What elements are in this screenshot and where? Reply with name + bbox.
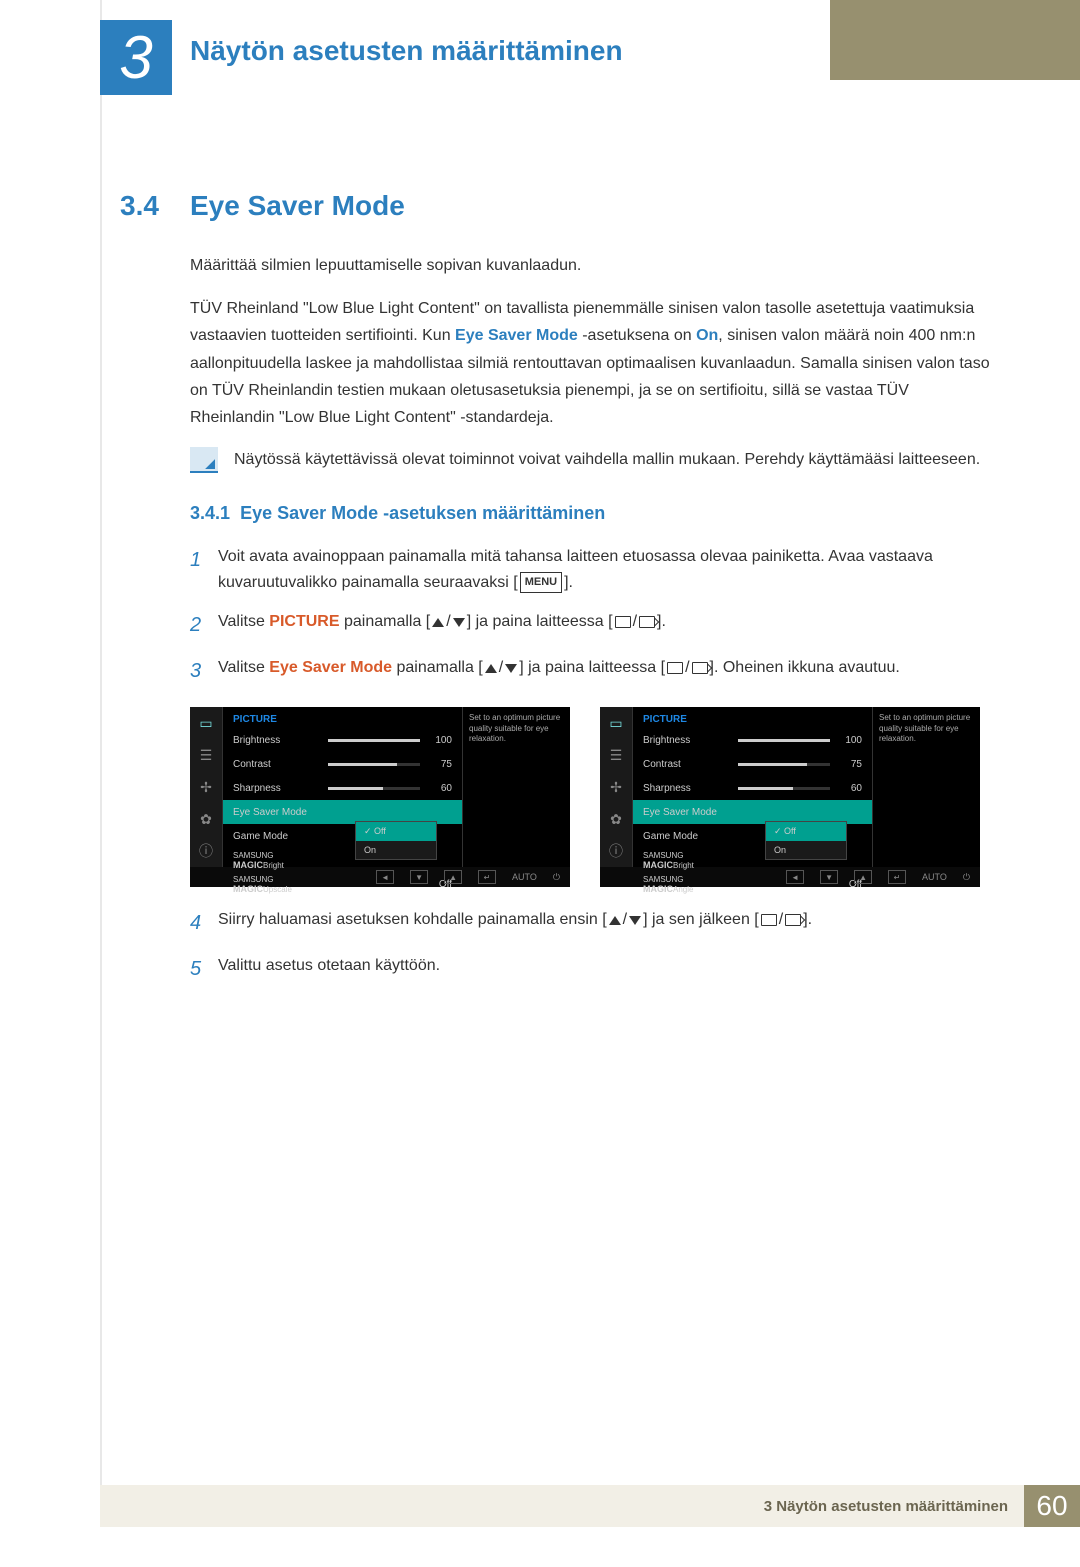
section-number: 3.4 [120,190,190,222]
intro-p2: TÜV Rheinland "Low Blue Light Content" o… [190,295,990,431]
up-down-icon: / [432,609,464,635]
header-khaki-band [830,0,1080,80]
step-num: 5 [190,953,218,985]
note-text: Näytössä käytettävissä olevat toiminnot … [234,447,980,473]
osd-dropdown: ✓ Off On [355,821,437,860]
note-icon [190,447,218,473]
section-title: Eye Saver Mode [190,190,405,221]
menu-key-icon: MENU [520,572,562,594]
monitor-icon: ▭ [600,707,632,739]
picture-icon: ☰ [600,739,632,771]
nav-up-icon: ▲ [854,870,872,884]
osd-sidebar: ▭ ☰ ✢ ✿ ⓘ [190,707,223,867]
step-2: Valitse PICTURE painamalla [/] ja paina … [218,609,666,641]
osd-row-brightness: Brightness100 [633,728,872,752]
step-num: 4 [190,907,218,939]
nav-left-icon: ◄ [786,870,804,884]
osd-sidebar: ▭ ☰ ✢ ✿ ⓘ [600,707,633,867]
osd-row-sharpness: Sharpness60 [223,776,462,800]
nav-up-icon: ▲ [444,870,462,884]
picture-icon: ☰ [190,739,222,771]
nav-enter-icon: ↵ [478,870,496,884]
size-icon: ✢ [600,771,632,803]
section-heading: 3.4Eye Saver Mode [120,190,990,222]
size-icon: ✢ [190,771,222,803]
step-num: 1 [190,544,218,595]
intro-p1: Määrittää silmien lepuuttamiselle sopiva… [190,252,990,279]
subsection-title: Eye Saver Mode -asetuksen määrittäminen [240,503,605,523]
osd-panel-1: ▭ ☰ ✢ ✿ ⓘ PICTURE Brightness100 Contrast… [190,707,570,887]
osd-help-text: Set to an optimum picture quality suitab… [462,707,570,867]
subsection-heading: 3.4.1 Eye Saver Mode -asetuksen määrittä… [190,503,990,524]
nav-power-icon: ⏻ [553,872,560,883]
left-rule [100,0,102,1527]
nav-down-icon: ▼ [820,870,838,884]
nav-power-icon: ⏻ [963,872,970,883]
step-5: Valittu asetus otetaan käyttöön. [218,953,440,985]
footer: 3 Näytön asetusten määrittäminen 60 [100,1485,1080,1527]
settings-icon: ✿ [190,803,222,835]
osd-opt-off: ✓ Off [356,822,436,841]
nav-down-icon: ▼ [410,870,428,884]
osd-opt-off: ✓ Off [766,822,846,841]
osd-row-contrast: Contrast75 [633,752,872,776]
chapter-number: 3 [119,23,152,92]
monitor-icon: ▭ [190,707,222,739]
step-num: 2 [190,609,218,641]
info-icon: ⓘ [190,835,222,867]
osd-header: PICTURE [633,711,872,728]
chapter-tab: 3 [100,20,172,95]
step-1: Voit avata avainoppaan painamalla mitä t… [218,544,990,595]
subsection-number: 3.4.1 [190,503,230,523]
steps-list-cont: 4Siirry haluamasi asetuksen kohdalle pai… [190,907,990,985]
page-number: 60 [1024,1485,1080,1527]
nav-auto: AUTO [922,872,947,882]
nav-auto: AUTO [512,872,537,882]
chapter-title: Näytön asetusten määrittäminen [190,35,623,67]
osd-opt-on: On [766,841,846,859]
note-block: Näytössä käytettävissä olevat toiminnot … [190,447,990,473]
nav-enter-icon: ↵ [888,870,906,884]
info-icon: ⓘ [600,835,632,867]
osd-header: PICTURE [223,711,462,728]
nav-left-icon: ◄ [376,870,394,884]
screen-enter-icon: / [667,655,707,681]
settings-icon: ✿ [600,803,632,835]
steps-list: 1Voit avata avainoppaan painamalla mitä … [190,544,990,687]
osd-panel-2: ▭ ☰ ✢ ✿ ⓘ PICTURE Brightness100 Contrast… [600,707,980,887]
step-3: Valitse Eye Saver Mode painamalla [/] ja… [218,655,900,687]
osd-row-contrast: Contrast75 [223,752,462,776]
osd-row-brightness: Brightness100 [223,728,462,752]
footer-chapter: 3 Näytön asetusten määrittäminen [764,1498,1008,1515]
osd-opt-on: On [356,841,436,859]
screen-enter-icon: / [615,609,655,635]
step-4: Siirry haluamasi asetuksen kohdalle pain… [218,907,812,939]
osd-screenshots: ▭ ☰ ✢ ✿ ⓘ PICTURE Brightness100 Contrast… [190,707,990,887]
up-down-icon: / [485,655,517,681]
osd-help-text: Set to an optimum picture quality suitab… [872,707,980,867]
osd-row-sharpness: Sharpness60 [633,776,872,800]
step-num: 3 [190,655,218,687]
screen-enter-icon: / [761,907,801,933]
up-down-icon: / [609,907,641,933]
osd-dropdown: ✓ Off On [765,821,847,860]
